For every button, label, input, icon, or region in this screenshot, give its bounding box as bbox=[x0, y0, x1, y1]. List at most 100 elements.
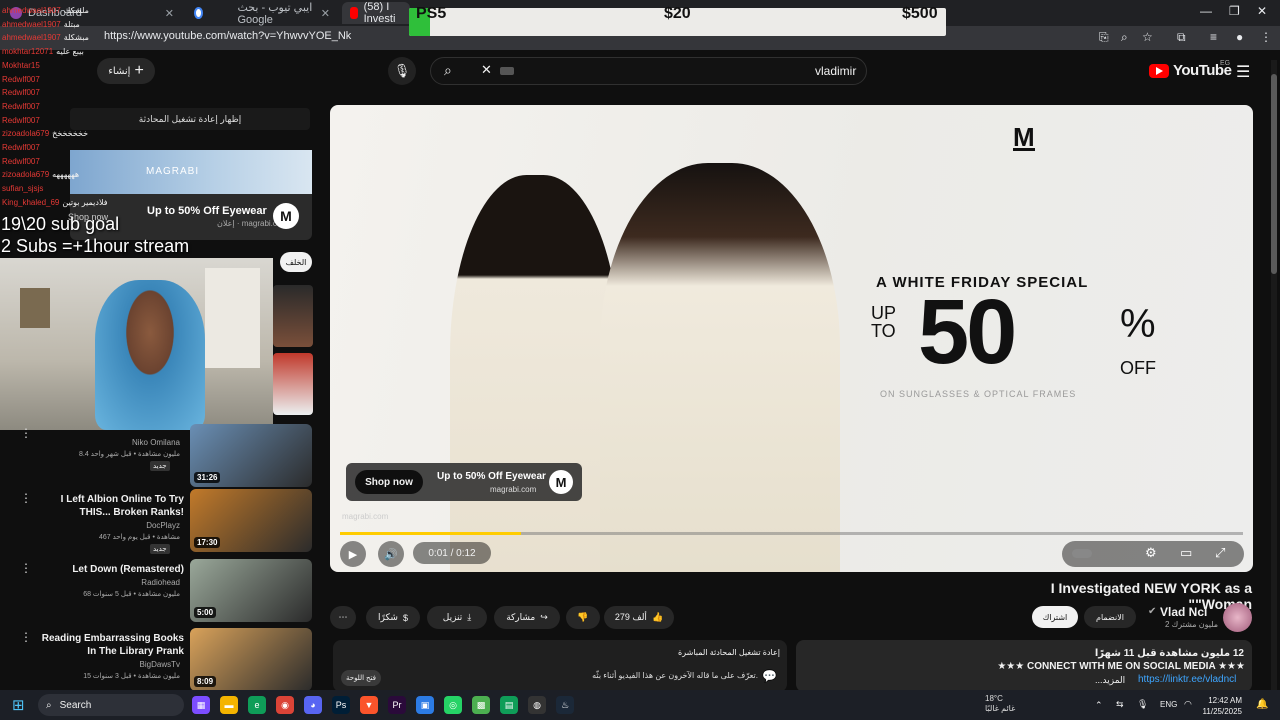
channel-name[interactable]: Vlad Ncl bbox=[1160, 605, 1207, 619]
sheets-icon[interactable]: ▤ bbox=[500, 696, 518, 714]
tray-chevron-icon[interactable]: ⌃ bbox=[1095, 700, 1103, 711]
related-channel-name[interactable]: BigDawsTv bbox=[30, 660, 180, 669]
taskbar-search[interactable]: ⌕ Search bbox=[38, 694, 184, 716]
video-thumbnail[interactable]: 5:00 bbox=[190, 559, 312, 622]
channel-avatar[interactable] bbox=[1223, 603, 1252, 632]
bookmark-star-icon[interactable]: ☆ bbox=[1142, 30, 1153, 44]
clear-search-icon[interactable]: ✕ bbox=[481, 62, 492, 78]
poster-left bbox=[20, 288, 50, 328]
show-chat-replay-button[interactable]: إظهار إعادة تشغيل المحادثة bbox=[70, 108, 310, 130]
chat-message: King_khaled_69 فلاديمير بوتين bbox=[2, 198, 108, 207]
download-button[interactable]: تنزيل ⤓ bbox=[427, 606, 487, 629]
create-button[interactable]: إنشاء + bbox=[97, 58, 155, 84]
url-field[interactable]: https://www.youtube.com/watch?v=YhwvvYOE… bbox=[104, 30, 351, 42]
play-button[interactable]: ▶ bbox=[340, 541, 366, 567]
autoplay-toggle[interactable] bbox=[1072, 549, 1092, 558]
chat-username: zizoadola679 bbox=[2, 170, 50, 180]
more-options-icon[interactable]: ⋮ bbox=[20, 630, 32, 644]
close-icon[interactable]: ✕ bbox=[165, 7, 174, 20]
chat-username: sufian_sjsjs bbox=[2, 184, 44, 194]
page-scrollbar[interactable] bbox=[1271, 60, 1277, 690]
maximize-icon[interactable]: ❐ bbox=[1229, 4, 1240, 18]
show-more-link[interactable]: ...المزيد bbox=[1095, 675, 1125, 686]
chat-message: Mokhtar15 bbox=[2, 61, 43, 70]
close-window-icon[interactable]: ✕ bbox=[1257, 4, 1267, 18]
minecraft-icon[interactable]: ▩ bbox=[472, 696, 490, 714]
weather-widget[interactable]: 18°C غائم غالبًا bbox=[985, 694, 1015, 714]
search-input[interactable] bbox=[430, 57, 867, 85]
fullscreen-icon[interactable]: ⤢ bbox=[1215, 545, 1225, 561]
shop-now-button[interactable]: Shop now bbox=[355, 470, 423, 494]
discord-icon[interactable]: ◕ bbox=[304, 696, 322, 714]
video-thumbnail[interactable]: 31:26 bbox=[190, 424, 312, 487]
extensions-icon[interactable]: ⧉ bbox=[1177, 30, 1186, 45]
chat-message: ahmedwael1907 مبشكلة bbox=[2, 33, 89, 42]
edge-icon[interactable]: e bbox=[248, 696, 266, 714]
tab-google[interactable]: ايبي تيوب - بحث Google ✕ bbox=[186, 2, 338, 26]
browser-menu-icon[interactable]: ⋮ bbox=[1260, 30, 1272, 44]
mute-button[interactable]: 🔊 bbox=[378, 541, 404, 567]
open-panel-button[interactable]: فتح اللوحة bbox=[341, 670, 381, 686]
video-thumbnail[interactable]: 17:30 bbox=[190, 489, 312, 552]
notifications-icon[interactable]: 🔔 bbox=[1256, 699, 1268, 710]
voice-search-button[interactable]: 🎙 bbox=[388, 57, 416, 85]
related-channel-name[interactable]: Radiohead bbox=[30, 578, 180, 587]
related-video-title[interactable]: Reading Embarrassing Books In The Librar… bbox=[34, 632, 184, 658]
chrome-icon[interactable]: ◉ bbox=[276, 696, 294, 714]
language-indicator[interactable]: ENG bbox=[1160, 700, 1177, 709]
tab-youtube[interactable]: (58) I Investi bbox=[342, 1, 410, 25]
chat-text: مبشكلة bbox=[63, 33, 89, 43]
chat-username: ahmedwael1907 bbox=[2, 19, 61, 29]
premiere-icon[interactable]: Pr bbox=[388, 696, 406, 714]
related-video-title[interactable]: I Left Albion Online To Try THIS... Brok… bbox=[34, 493, 184, 519]
video-thumbnail[interactable]: 8:09 bbox=[190, 628, 312, 691]
ad-card-logo[interactable]: M bbox=[549, 470, 573, 494]
back-button[interactable]: الخلف bbox=[280, 252, 312, 272]
app-icon[interactable]: ▣ bbox=[416, 696, 434, 714]
microphone-tray-icon[interactable]: 🎙 bbox=[1137, 699, 1148, 710]
install-icon[interactable]: ⎘ bbox=[1099, 30, 1109, 45]
related-channel-name[interactable]: DocPlayz bbox=[30, 521, 180, 530]
brave-icon[interactable]: ▼ bbox=[360, 696, 378, 714]
related-channel-name[interactable]: Niko Omilana bbox=[30, 438, 180, 447]
related-video-title[interactable]: Let Down (Remastered) bbox=[34, 563, 184, 576]
scrollbar-thumb[interactable] bbox=[1271, 74, 1277, 274]
like-button[interactable]: 279 ألف 👍 bbox=[604, 606, 674, 629]
reading-list-icon[interactable]: ≡ bbox=[1210, 30, 1217, 44]
description-link[interactable]: https://linktr.ee/vladncl bbox=[1138, 674, 1236, 685]
close-icon[interactable]: ✕ bbox=[321, 7, 330, 20]
more-actions-button[interactable]: ⋯ bbox=[330, 606, 356, 629]
minimize-icon[interactable]: — bbox=[1200, 4, 1212, 18]
obs-icon[interactable]: ◍ bbox=[528, 696, 546, 714]
whatsapp-icon[interactable]: ◎ bbox=[444, 696, 462, 714]
settings-gear-icon[interactable]: ⚙ bbox=[1145, 545, 1157, 561]
share-button[interactable]: مشاركة ↪ bbox=[494, 606, 560, 629]
join-button[interactable]: الانضمام bbox=[1084, 606, 1136, 628]
profile-avatar[interactable]: ● bbox=[1236, 30, 1243, 44]
thanks-button[interactable]: شكرًا $ bbox=[366, 606, 420, 629]
windows-start-icon[interactable]: ⊞ bbox=[12, 696, 25, 714]
chat-message: Redwlf007 bbox=[2, 143, 43, 152]
theater-mode-icon[interactable]: ▭ bbox=[1180, 545, 1192, 561]
shorts-thumbnail[interactable] bbox=[273, 285, 313, 347]
search-icon[interactable]: ⌕ bbox=[444, 62, 452, 79]
system-clock[interactable]: 12:42 AM 11/25/2025 bbox=[1200, 695, 1242, 717]
video-player[interactable] bbox=[330, 105, 1253, 572]
more-options-icon[interactable]: ⋮ bbox=[20, 491, 32, 505]
zoom-icon[interactable]: ⌕ bbox=[1121, 30, 1128, 45]
more-options-icon[interactable]: ⋮ bbox=[20, 426, 32, 440]
subscribe-button[interactable]: اشتراك bbox=[1032, 606, 1078, 628]
explorer-icon[interactable]: ▬ bbox=[220, 696, 238, 714]
hamburger-menu-icon[interactable]: ☰ bbox=[1236, 62, 1250, 82]
network-icon[interactable]: ⇆ bbox=[1116, 699, 1124, 710]
steam-icon[interactable]: ♨ bbox=[556, 696, 574, 714]
more-options-icon[interactable]: ⋮ bbox=[20, 561, 32, 575]
shorts-thumbnail[interactable] bbox=[273, 353, 313, 415]
chat-username: King_khaled_69 bbox=[2, 197, 60, 207]
widgets-icon[interactable]: ▦ bbox=[192, 696, 210, 714]
dislike-button[interactable]: 👎 bbox=[566, 606, 600, 629]
photoshop-icon[interactable]: Ps bbox=[332, 696, 350, 714]
wifi-icon[interactable]: ◠ bbox=[1184, 699, 1192, 710]
keyboard-icon[interactable] bbox=[500, 67, 514, 75]
ad-source-domain[interactable]: magrabi.com bbox=[342, 512, 388, 521]
